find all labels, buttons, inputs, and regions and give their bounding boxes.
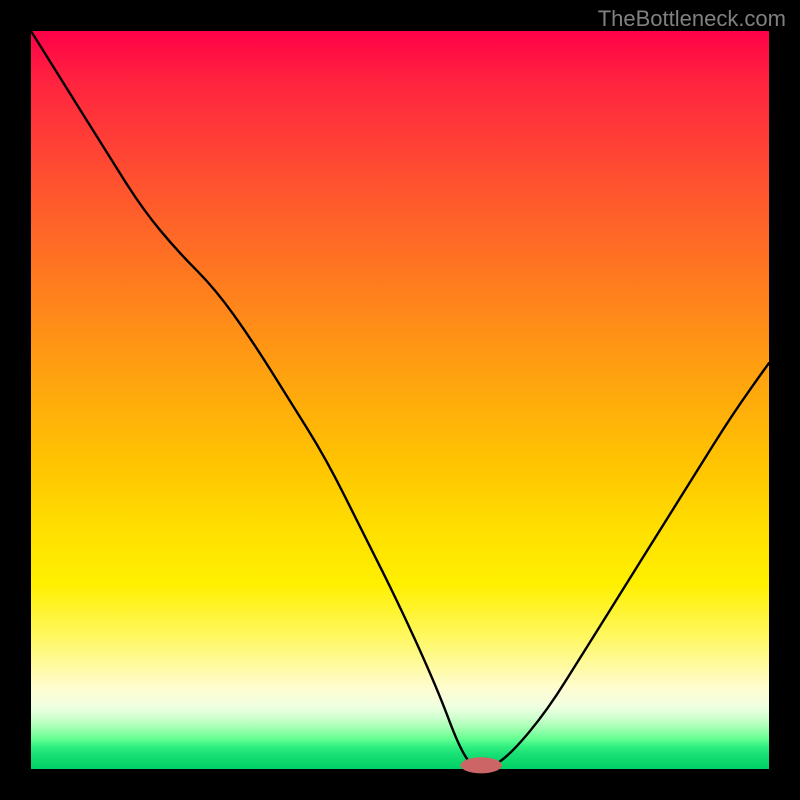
watermark-text: TheBottleneck.com [598,6,786,32]
bottleneck-curve [31,31,769,769]
chart-frame: TheBottleneck.com [0,0,800,800]
sweet-spot-marker [461,757,502,773]
curve-layer [31,31,769,769]
